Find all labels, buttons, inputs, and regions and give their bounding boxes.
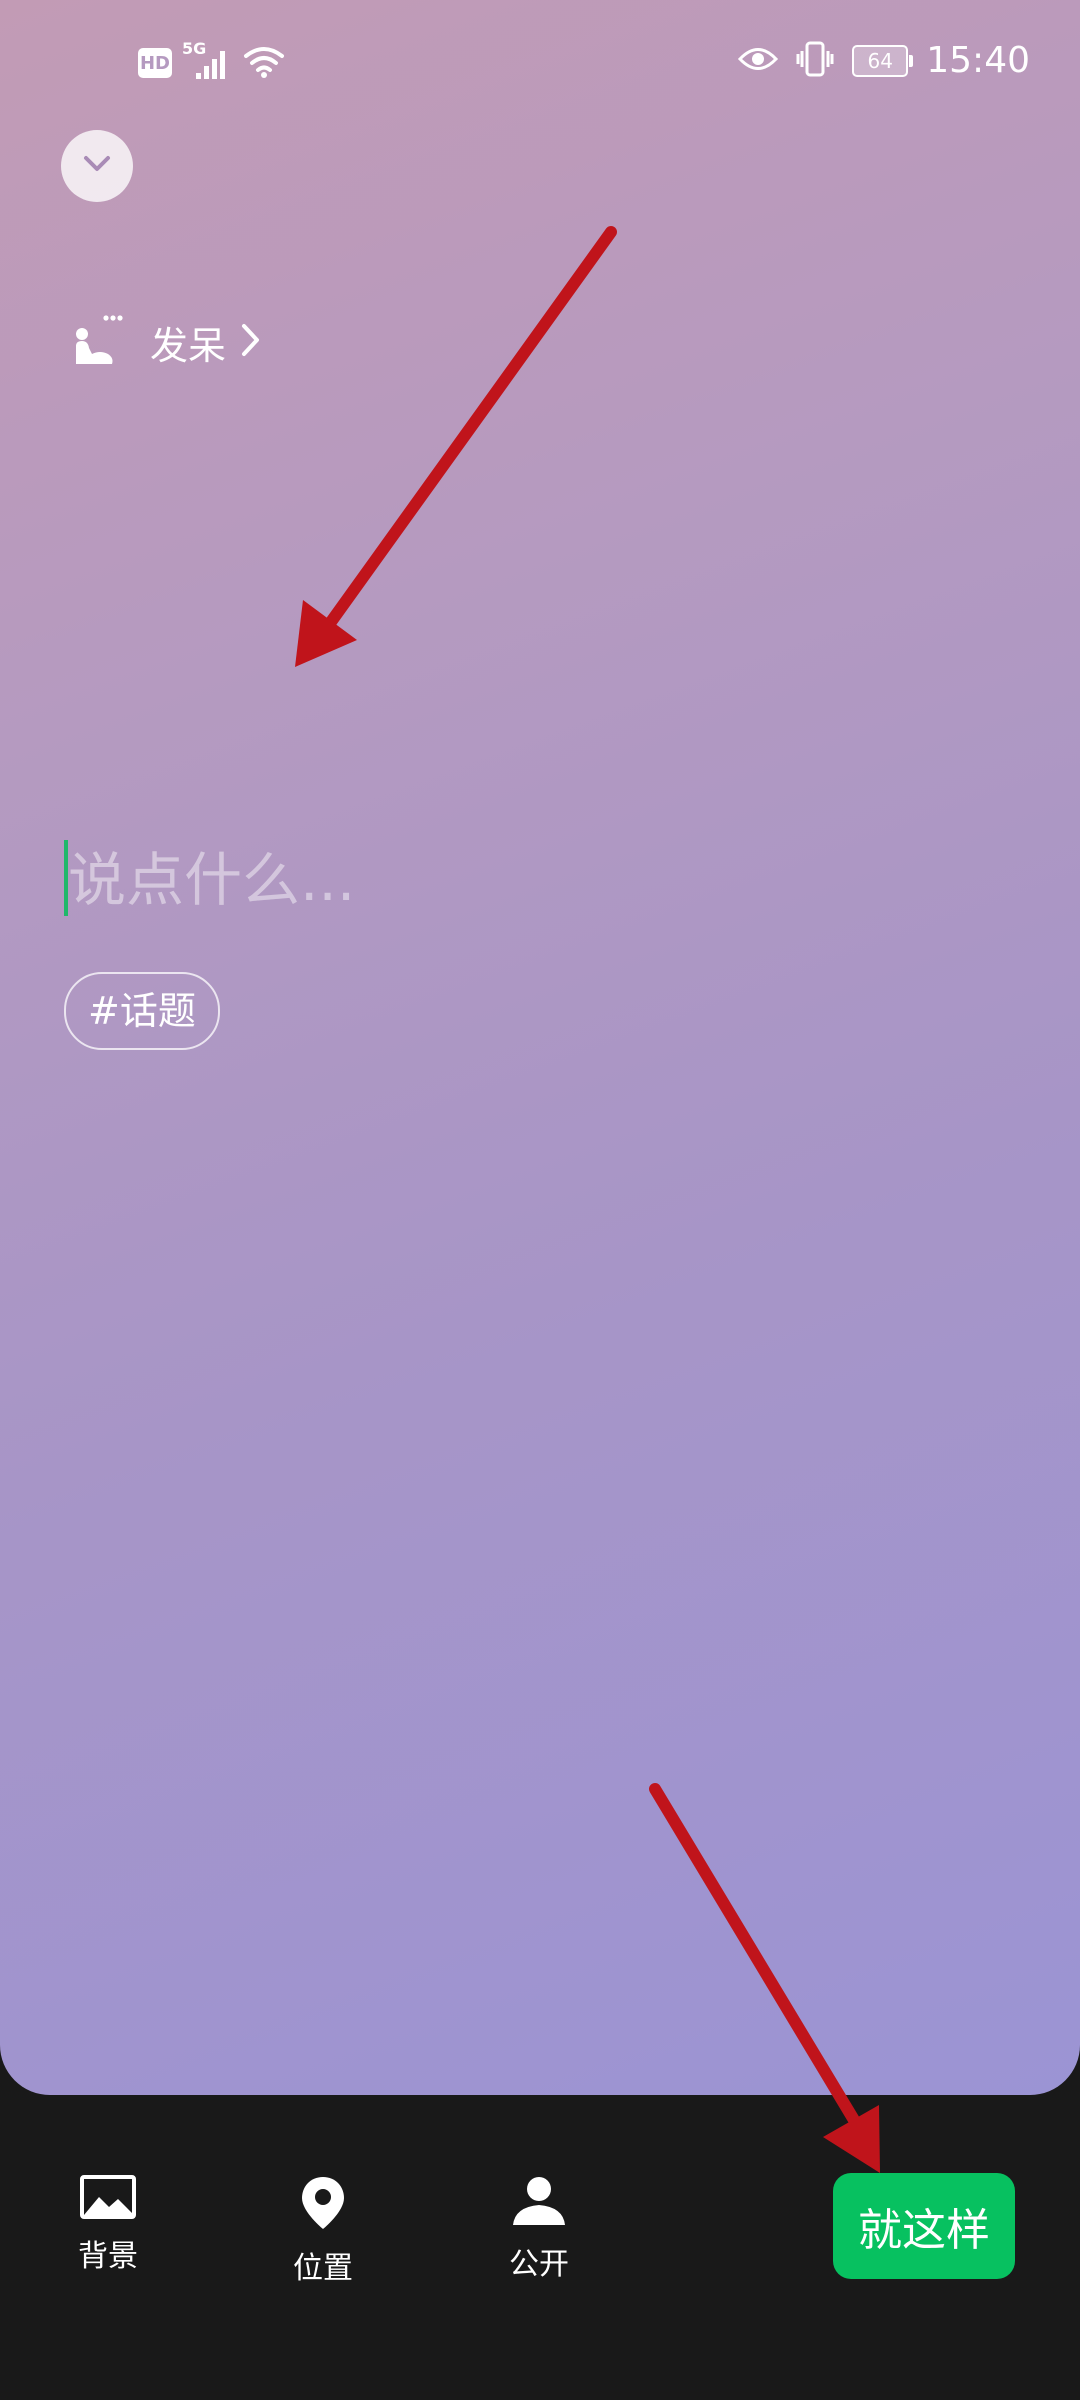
location-pin-icon [300,2175,346,2235]
person-icon [511,2175,567,2231]
signal-icon: 5G [182,39,232,81]
vibrate-icon [796,41,834,81]
topic-button[interactable]: #话题 [64,972,220,1050]
battery-icon: 64 [852,44,914,77]
submit-button[interactable]: 就这样 [833,2173,1015,2279]
post-text-input[interactable]: 说点什么... [68,838,968,922]
collapse-button[interactable] [61,130,133,202]
location-label: 位置 [293,2251,353,2286]
background-button[interactable]: 背景 [48,2175,168,2275]
status-bar-right: 64 15:40 [738,40,1030,81]
location-button[interactable]: 位置 [263,2175,383,2287]
status-compose-card: HD 5G 64 15:40 发呆 说点什么... #话题 [0,0,1080,2095]
visibility-label: 公开 [509,2247,569,2282]
eye-icon [738,44,779,78]
wifi-icon [242,44,286,82]
status-bar-left: HD 5G [138,39,286,82]
daydream-status-icon [72,314,124,370]
status-selector[interactable]: 发呆 [72,314,262,370]
image-icon [80,2175,136,2223]
hd-badge: HD [138,48,172,78]
status-label: 发呆 [150,323,227,368]
visibility-button[interactable]: 公开 [479,2175,599,2283]
background-label: 背景 [78,2239,138,2274]
chevron-right-icon [240,322,262,362]
chevron-down-icon [81,154,113,178]
clock: 15:40 [926,40,1030,81]
